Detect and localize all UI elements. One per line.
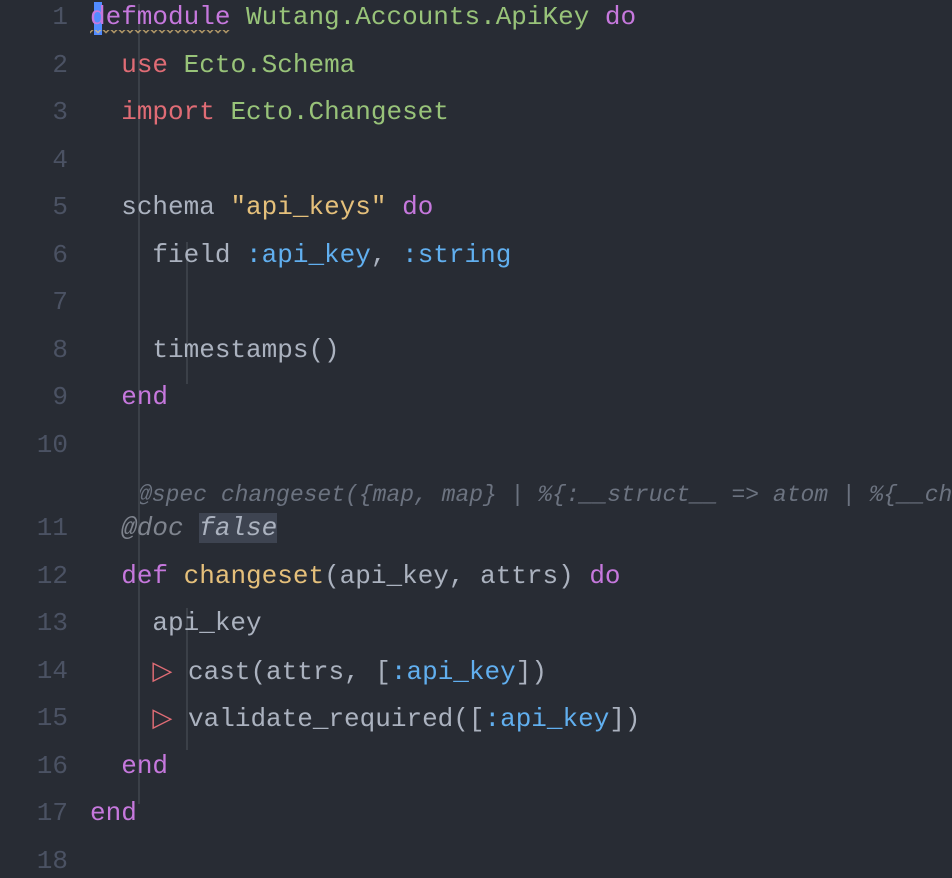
code-line[interactable]: 3 import Ecto.Changeset (0, 97, 952, 145)
line-number: 1 (0, 2, 90, 32)
function-args: (api_key, attrs) (324, 561, 589, 591)
code-line[interactable]: 11 @doc false (0, 513, 952, 561)
line-number: 11 (0, 513, 90, 543)
line-number: 17 (0, 798, 90, 828)
code-line[interactable]: 7 (0, 287, 952, 335)
function-name: changeset (184, 561, 324, 591)
spec-hint: @spec changeset({map, map} | %{:__struct… (90, 482, 952, 508)
doc-attribute: @doc (121, 513, 199, 543)
code-line[interactable]: 6 field :api_key, :string (0, 240, 952, 288)
module-ref: Ecto.Changeset (230, 97, 448, 127)
atom: :string (402, 240, 511, 270)
code-line[interactable]: 12 def changeset(api_key, attrs) do (0, 561, 952, 609)
keyword-defmodule: defmodule (90, 2, 230, 34)
function-call: timestamps (152, 335, 308, 365)
line-number: 2 (0, 50, 90, 80)
line-number: 3 (0, 97, 90, 127)
line-number: 4 (0, 145, 90, 175)
code-line[interactable]: 17 end (0, 798, 952, 846)
macro-schema: schema (121, 192, 215, 222)
code-line[interactable]: 1 defmodule Wutang.Accounts.ApiKey do (0, 2, 952, 50)
line-number: 9 (0, 382, 90, 412)
code-line[interactable]: 16 end (0, 751, 952, 799)
function-call: cast (188, 657, 250, 687)
module-name: Wutang.Accounts.ApiKey (246, 2, 589, 32)
line-number: 7 (0, 287, 90, 317)
pipe-operator-icon: ▷ (152, 704, 172, 734)
code-line[interactable]: 2 use Ecto.Schema (0, 50, 952, 98)
atom: :api_key (246, 240, 371, 270)
pipe-operator-icon: ▷ (152, 657, 172, 687)
code-line[interactable]: 13 api_key (0, 608, 952, 656)
keyword-do: do (402, 192, 433, 222)
line-number: 12 (0, 561, 90, 591)
code-line[interactable]: 14 ▷ cast(attrs, [:api_key]) (0, 656, 952, 704)
line-number: 5 (0, 192, 90, 222)
keyword-def: def (121, 561, 168, 591)
code-line[interactable]: 9 end (0, 382, 952, 430)
keyword-end: end (90, 798, 137, 828)
string-literal: "api_keys" (230, 192, 386, 222)
keyword-end: end (121, 382, 168, 412)
doc-false: false (199, 513, 277, 543)
line-number: 15 (0, 703, 90, 733)
variable: api_key (152, 608, 261, 638)
line-number: 14 (0, 656, 90, 686)
line-number: 13 (0, 608, 90, 638)
line-number: 6 (0, 240, 90, 270)
line-number: 16 (0, 751, 90, 781)
code-line[interactable]: 4 (0, 145, 952, 193)
atom: :api_key (391, 657, 516, 687)
function-call: validate_required (188, 704, 453, 734)
code-editor[interactable]: 1 defmodule Wutang.Accounts.ApiKey do 2 … (0, 0, 952, 878)
keyword-end: end (121, 751, 168, 781)
code-line[interactable]: 18 (0, 846, 952, 878)
keyword-import: import (121, 97, 215, 127)
keyword-use: use (121, 50, 168, 80)
module-ref: Ecto.Schema (184, 50, 356, 80)
keyword-do: do (605, 2, 636, 32)
inlay-hint: @spec changeset({map, map} | %{:__struct… (0, 477, 952, 513)
code-line[interactable]: 8 timestamps() (0, 335, 952, 383)
atom: :api_key (485, 704, 610, 734)
code-line[interactable]: 10 (0, 430, 952, 478)
macro-field: field (152, 240, 230, 270)
line-number: 10 (0, 430, 90, 460)
line-number: 8 (0, 335, 90, 365)
line-number: 18 (0, 846, 90, 876)
keyword-do: do (589, 561, 620, 591)
code-line[interactable]: 5 schema "api_keys" do (0, 192, 952, 240)
code-line[interactable]: 15 ▷ validate_required([:api_key]) (0, 703, 952, 751)
